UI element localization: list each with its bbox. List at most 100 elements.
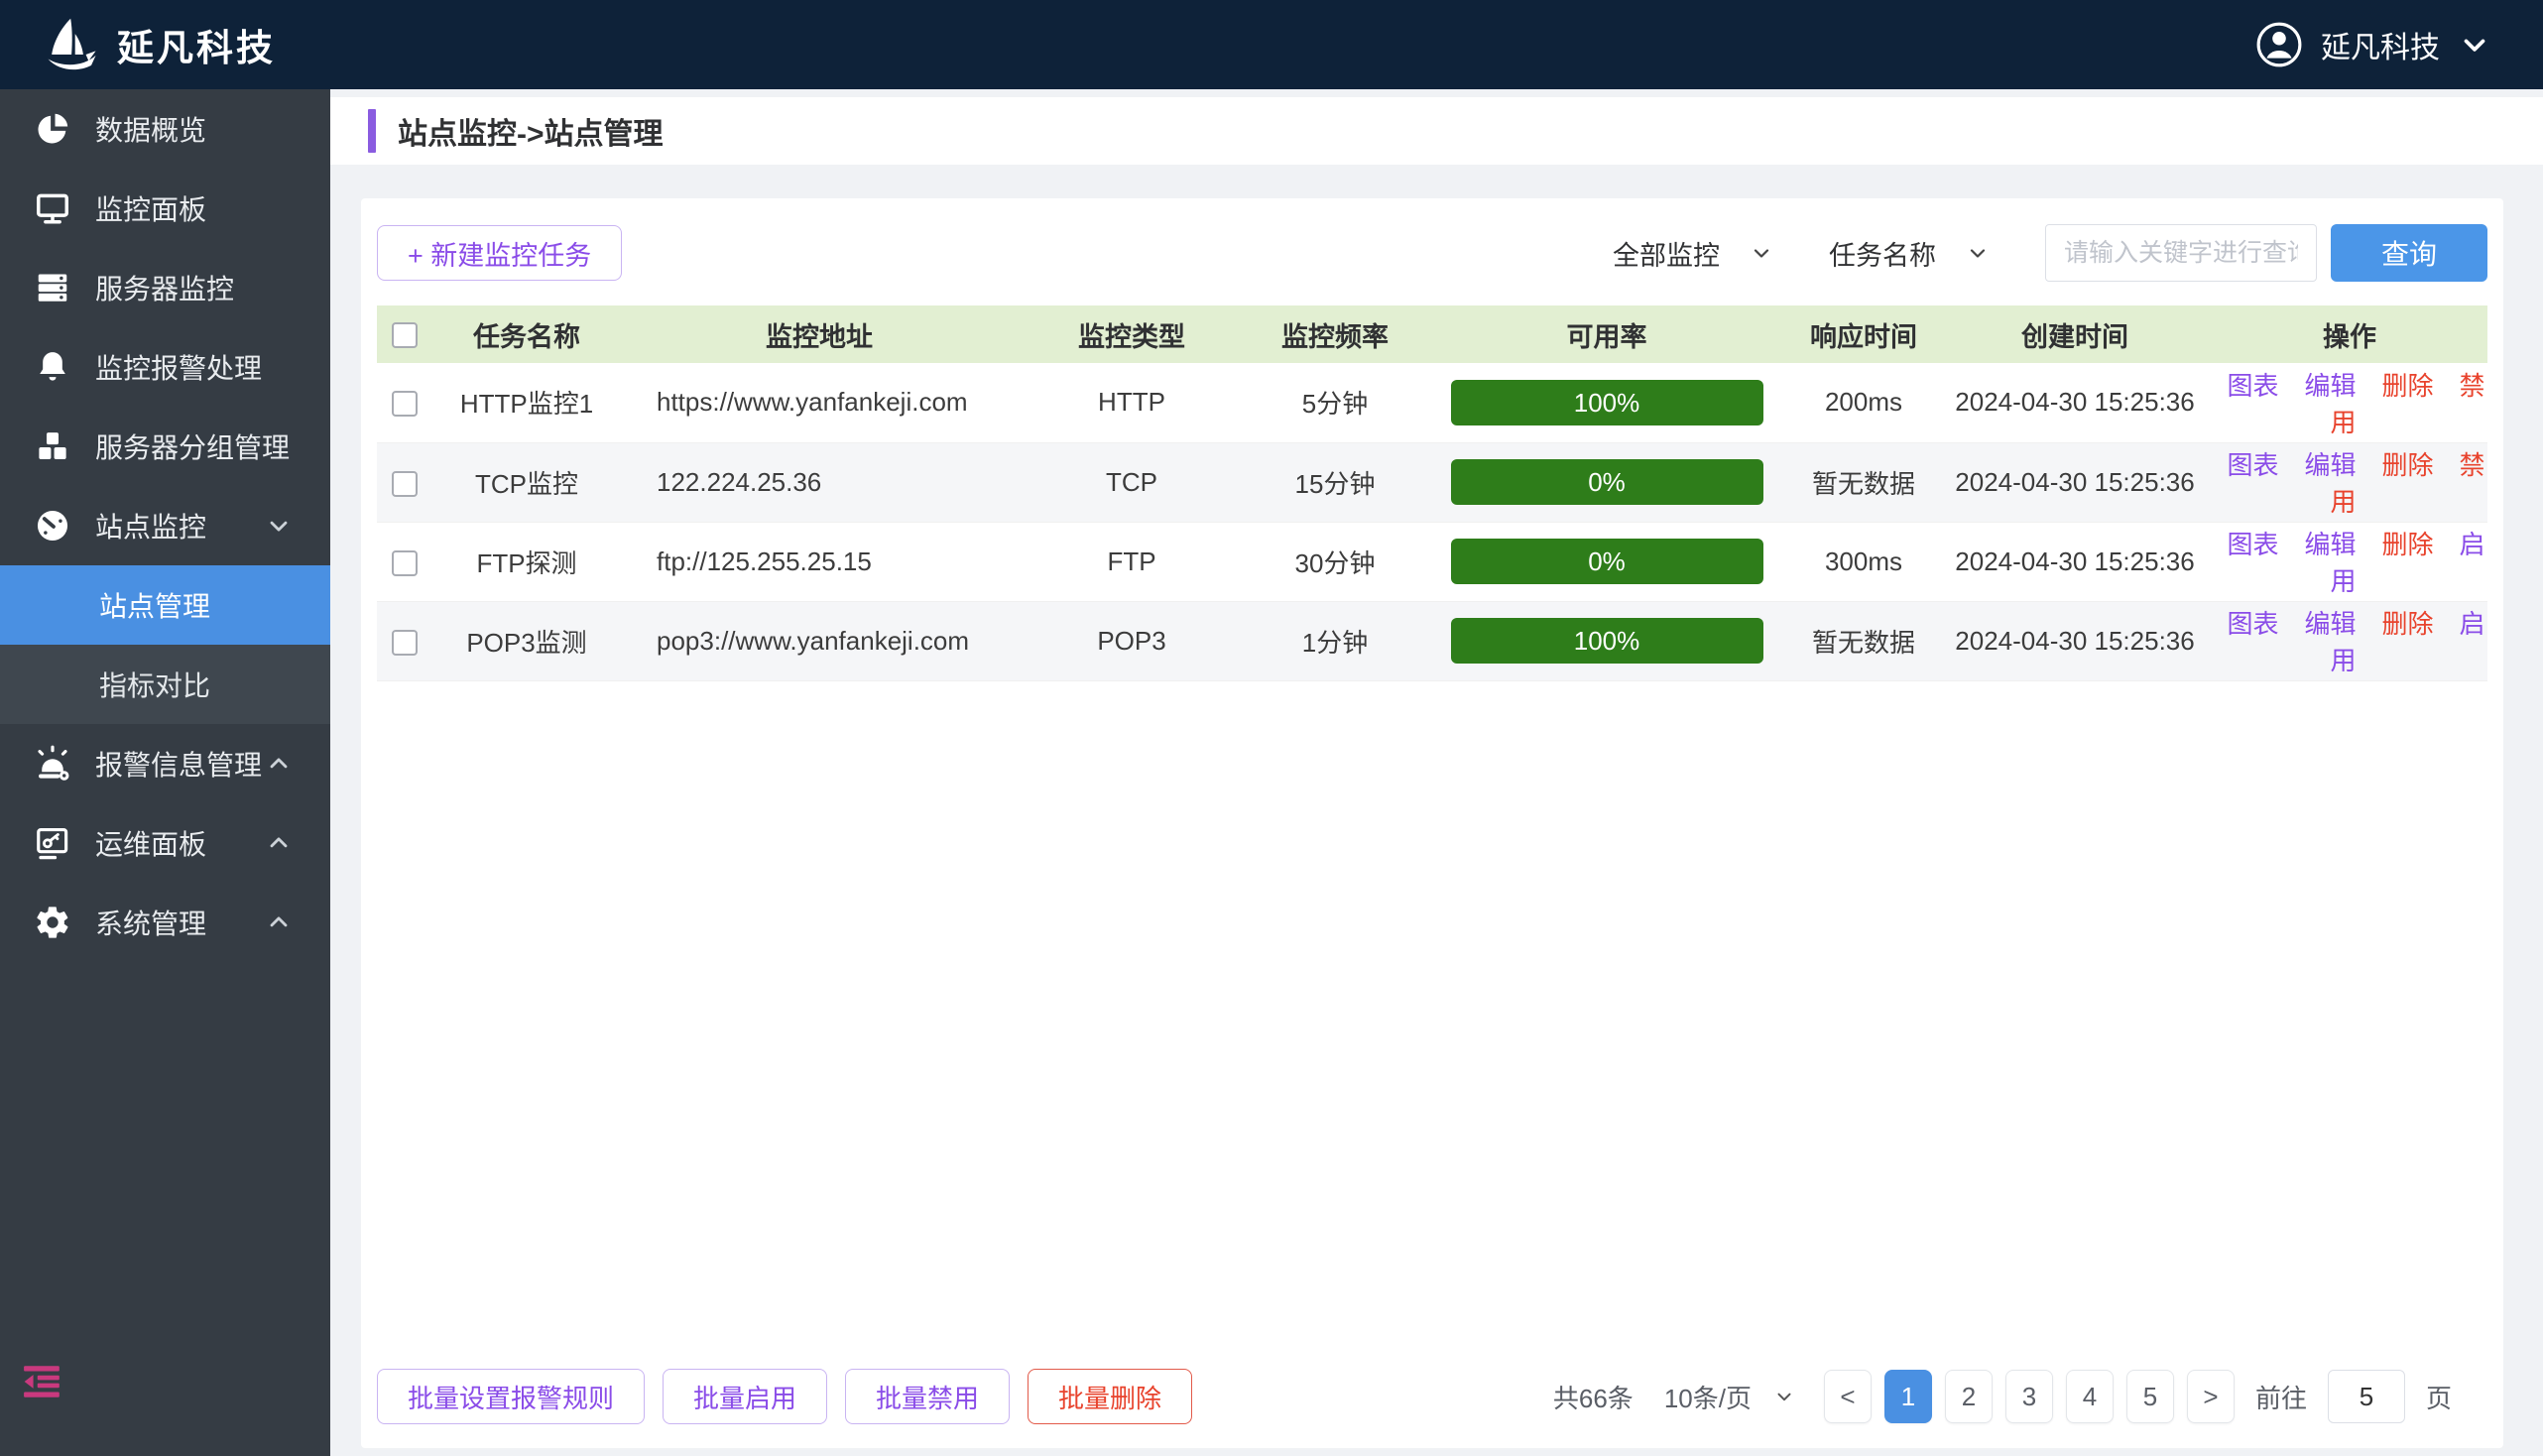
user-name: 延凡科技 xyxy=(2321,23,2440,66)
app-root: 延凡科技 延凡科技 数据概览 xyxy=(0,0,2543,1456)
sidebar-subitem-label: 指标对比 xyxy=(99,665,210,704)
ops-panel-icon xyxy=(32,824,73,862)
bulk-set-alarm-rules-button[interactable]: 批量设置报警规则 xyxy=(377,1369,645,1424)
delete-link[interactable]: 删除 xyxy=(2382,371,2434,401)
actions-cell: 图表编辑删除禁用 xyxy=(2212,363,2487,442)
type-cell: POP3 xyxy=(1018,601,1246,680)
monitor-scope-select[interactable]: 全部监控 xyxy=(1613,234,1773,273)
collapse-sidebar-icon[interactable] xyxy=(22,1364,63,1404)
row-checkbox[interactable] xyxy=(392,391,418,417)
col-type: 监控类型 xyxy=(1018,305,1246,363)
delete-link[interactable]: 删除 xyxy=(2382,450,2434,480)
page-button-3[interactable]: 3 xyxy=(2005,1370,2053,1423)
sailboat-logo-icon xyxy=(44,16,101,73)
sidebar-subitem-site-management[interactable]: 站点管理 xyxy=(0,565,330,645)
delete-link[interactable]: 删除 xyxy=(2382,609,2434,639)
chart-link[interactable]: 图表 xyxy=(2227,450,2278,480)
bulk-enable-button[interactable]: 批量启用 xyxy=(663,1369,827,1424)
chevron-up-icon xyxy=(265,829,293,857)
created-cell: 2024-04-30 15:25:36 xyxy=(1938,442,2212,522)
sidebar-item-alarm-info[interactable]: 报警信息管理 xyxy=(0,724,330,803)
alarm-icon xyxy=(32,745,73,783)
edit-link[interactable]: 编辑 xyxy=(2304,371,2356,401)
availability-bar: 0% xyxy=(1451,539,1763,584)
page-button-4[interactable]: 4 xyxy=(2066,1370,2114,1423)
prev-page-button[interactable]: < xyxy=(1824,1370,1872,1423)
chevron-down-icon xyxy=(1966,241,1990,265)
content-card: + 新建监控任务 全部监控 任务名称 查询 xyxy=(361,198,2503,1448)
sidebar-item-label: 报警信息管理 xyxy=(95,744,262,784)
chevron-down-icon xyxy=(265,512,293,540)
chart-link[interactable]: 图表 xyxy=(2227,609,2278,639)
new-monitor-task-button[interactable]: + 新建监控任务 xyxy=(377,225,622,281)
bell-icon xyxy=(32,348,73,386)
edit-link[interactable]: 编辑 xyxy=(2304,530,2356,559)
sidebar-item-data-overview[interactable]: 数据概览 xyxy=(0,89,330,169)
goto-unit: 页 xyxy=(2426,1379,2452,1415)
col-task-name: 任务名称 xyxy=(432,305,621,363)
pagination: 共66条 10条/页 < 1 2 3 4 5 > 前往 页 xyxy=(1553,1370,2460,1423)
goto-label: 前往 xyxy=(2255,1379,2307,1415)
total-count: 共66条 xyxy=(1553,1379,1634,1415)
table-row: FTP探测 ftp://125.255.25.15 FTP 30分钟 0% 30… xyxy=(377,522,2487,601)
sidebar-item-label: 监控报警处理 xyxy=(95,347,262,387)
sidebar-item-server-monitor[interactable]: 服务器监控 xyxy=(0,248,330,327)
sidebar-subitem-metric-compare[interactable]: 指标对比 xyxy=(0,645,330,724)
page-size-value: 10条/页 xyxy=(1664,1379,1752,1415)
row-checkbox[interactable] xyxy=(392,550,418,576)
server-icon xyxy=(32,269,73,306)
response-cell: 暂无数据 xyxy=(1789,601,1938,680)
availability-bar: 100% xyxy=(1451,618,1763,664)
availability-value: 100% xyxy=(1574,388,1640,418)
availability-value: 0% xyxy=(1588,467,1626,497)
frequency-cell: 5分钟 xyxy=(1246,363,1424,442)
query-button[interactable]: 查询 xyxy=(2331,224,2487,282)
col-created: 创建时间 xyxy=(1938,305,2212,363)
sidebar-item-label: 运维面板 xyxy=(95,823,206,863)
col-actions: 操作 xyxy=(2212,305,2487,363)
sidebar-item-alert-handling[interactable]: 监控报警处理 xyxy=(0,327,330,407)
sidebar-item-system-management[interactable]: 系统管理 xyxy=(0,883,330,962)
page-button-1[interactable]: 1 xyxy=(1884,1370,1932,1423)
address-cell: https://www.yanfankeji.com xyxy=(621,363,1018,442)
search-input[interactable] xyxy=(2045,224,2317,282)
sidebar-item-monitor-panel[interactable]: 监控面板 xyxy=(0,169,330,248)
edit-link[interactable]: 编辑 xyxy=(2304,609,2356,639)
table-header-row: 任务名称 监控地址 监控类型 监控频率 可用率 响应时间 创建时间 操作 xyxy=(377,305,2487,363)
task-name-cell: HTTP监控1 xyxy=(432,363,621,442)
availability-bar: 0% xyxy=(1451,459,1763,505)
chart-link[interactable]: 图表 xyxy=(2227,371,2278,401)
task-name-cell: TCP监控 xyxy=(432,442,621,522)
address-cell: pop3://www.yanfankeji.com xyxy=(621,601,1018,680)
bulk-delete-button[interactable]: 批量删除 xyxy=(1028,1369,1192,1424)
select-all-checkbox[interactable] xyxy=(392,322,418,348)
row-checkbox[interactable] xyxy=(392,471,418,497)
sidebar-item-site-monitor[interactable]: 站点监控 xyxy=(0,486,330,565)
col-address: 监控地址 xyxy=(621,305,1018,363)
delete-link[interactable]: 删除 xyxy=(2382,530,2434,559)
sidebar-item-label: 监控面板 xyxy=(95,188,206,228)
page-size-select[interactable]: 10条/页 xyxy=(1664,1379,1795,1415)
col-response: 响应时间 xyxy=(1789,305,1938,363)
monitor-scope-value: 全部监控 xyxy=(1613,234,1720,273)
next-page-button[interactable]: > xyxy=(2187,1370,2235,1423)
type-cell: FTP xyxy=(1018,522,1246,601)
actions-cell: 图表编辑删除启用 xyxy=(2212,522,2487,601)
edit-link[interactable]: 编辑 xyxy=(2304,450,2356,480)
chevron-down-icon xyxy=(2458,28,2491,61)
goto-page-input[interactable] xyxy=(2328,1370,2405,1423)
address-cell: 122.224.25.36 xyxy=(621,442,1018,522)
bulk-disable-button[interactable]: 批量禁用 xyxy=(845,1369,1010,1424)
user-menu[interactable]: 延凡科技 xyxy=(2255,21,2491,68)
chevron-down-icon xyxy=(1750,241,1773,265)
page-button-2[interactable]: 2 xyxy=(1945,1370,1993,1423)
search-field-select[interactable]: 任务名称 xyxy=(1829,234,1990,273)
sidebar-item-ops-panel[interactable]: 运维面板 xyxy=(0,803,330,883)
page-button-5[interactable]: 5 xyxy=(2126,1370,2174,1423)
chart-link[interactable]: 图表 xyxy=(2227,530,2278,559)
card-footer: 批量设置报警规则 批量启用 批量禁用 批量删除 共66条 10条/页 < 1 2… xyxy=(377,1369,2460,1424)
row-checkbox[interactable] xyxy=(392,630,418,656)
sidebar-item-server-groups[interactable]: 服务器分组管理 xyxy=(0,407,330,486)
sidebar-item-label: 数据概览 xyxy=(95,109,206,149)
breadcrumb-accent-bar xyxy=(368,109,376,153)
